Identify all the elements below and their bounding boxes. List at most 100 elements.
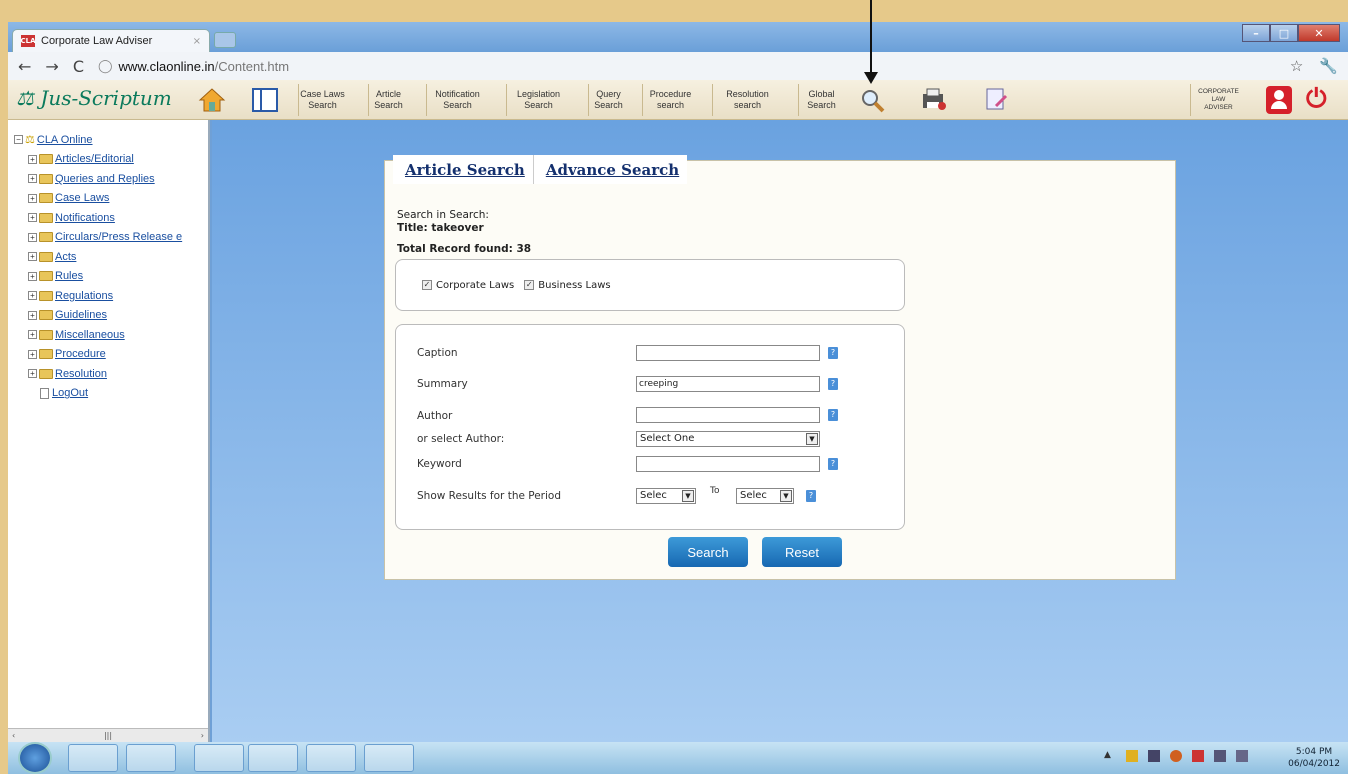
legislation-search-button[interactable]: Legislation Search xyxy=(506,84,570,116)
tab-advance-search[interactable]: Advance Search xyxy=(533,155,688,184)
sidebar-item-acts[interactable]: + Acts xyxy=(14,247,208,267)
summary-help-icon[interactable]: ? xyxy=(828,378,838,390)
sidebar-item-articles[interactable]: + Articles/Editorial xyxy=(14,150,208,170)
minimize-button[interactable]: – xyxy=(1242,24,1270,42)
sidebar-item-resolution[interactable]: + Resolution xyxy=(14,364,208,384)
url-field[interactable]: ◯ www.claonline.in/Content.htm xyxy=(98,58,289,74)
period-to-dropdown[interactable]: Selec ▼ xyxy=(736,488,794,504)
sidebar-item-circulars[interactable]: + Circulars/Press Release e xyxy=(14,228,208,248)
file-explorer-icon[interactable] xyxy=(248,744,298,772)
expand-icon[interactable]: + xyxy=(28,252,37,262)
close-window-button[interactable]: ✕ xyxy=(1298,24,1340,42)
tree-root[interactable]: − ⚖ CLA Online xyxy=(14,130,208,150)
annotation-arrow-icon xyxy=(864,72,878,84)
global-search-button[interactable]: Global Search xyxy=(798,84,844,116)
author-label: Author xyxy=(417,410,453,422)
horizontal-scrollbar[interactable]: ‹ ||| › xyxy=(8,728,208,742)
user-profile-icon[interactable] xyxy=(1266,86,1292,114)
folder-icon xyxy=(39,290,53,301)
tray-flag-icon[interactable] xyxy=(1126,750,1138,762)
maximize-button[interactable]: □ xyxy=(1270,24,1298,42)
sidebar-item-procedure[interactable]: + Procedure xyxy=(14,345,208,365)
bookmark-star-icon[interactable]: ☆ xyxy=(1290,57,1303,75)
print-icon[interactable] xyxy=(920,86,948,114)
tray-antivirus-icon[interactable] xyxy=(1192,750,1204,762)
sidebar-item-regulations[interactable]: + Regulations xyxy=(14,286,208,306)
caption-help-icon[interactable]: ? xyxy=(828,347,838,359)
period-from-dropdown[interactable]: Selec ▼ xyxy=(636,488,696,504)
sidebar-item-case-laws[interactable]: + Case Laws xyxy=(14,189,208,209)
notes-icon[interactable] xyxy=(982,86,1010,114)
query-search-button[interactable]: Query Search xyxy=(588,84,628,116)
expand-icon[interactable]: + xyxy=(28,349,37,359)
business-laws-checkbox[interactable]: ✓ xyxy=(524,280,535,290)
app-toolbar: ⚖ Jus-Scriptum Case Laws Search Article Se… xyxy=(8,80,1348,120)
network-icon[interactable] xyxy=(1214,750,1226,762)
expand-icon[interactable]: + xyxy=(28,310,37,320)
procedure-search-button[interactable]: Procedure search xyxy=(642,84,698,116)
tab-article-search[interactable]: Article Search xyxy=(393,155,534,184)
power-logout-icon[interactable]: ⏻ xyxy=(1306,84,1327,115)
expand-icon[interactable]: + xyxy=(28,213,37,223)
author-input[interactable] xyxy=(636,407,820,423)
forward-icon[interactable]: → xyxy=(45,57,58,76)
article-search-button[interactable]: Article Search xyxy=(368,84,408,116)
expand-icon[interactable]: + xyxy=(28,154,37,164)
tab-close-icon[interactable]: × xyxy=(193,36,201,47)
start-button[interactable] xyxy=(18,742,52,774)
corporate-laws-label: Corporate Laws xyxy=(436,279,515,291)
tray-app-icon[interactable] xyxy=(1170,750,1182,762)
corporate-laws-checkbox[interactable]: ✓ xyxy=(422,280,432,290)
case-laws-search-button[interactable]: Case Laws Search xyxy=(298,84,346,116)
expand-icon[interactable]: + xyxy=(28,174,37,184)
magnifier-search-icon[interactable] xyxy=(858,86,886,114)
new-tab-button[interactable] xyxy=(214,32,236,48)
sidebar-item-notifications[interactable]: + Notifications xyxy=(14,208,208,228)
browser-tab[interactable]: CLA Corporate Law Adviser × xyxy=(12,29,210,52)
expand-icon[interactable]: + xyxy=(28,232,37,242)
author-help-icon[interactable]: ? xyxy=(828,409,838,421)
sidebar-item-guidelines[interactable]: + Guidelines xyxy=(14,306,208,326)
expand-icon[interactable]: + xyxy=(28,291,37,301)
tray-device-icon[interactable] xyxy=(1236,750,1248,762)
address-bar: ← → C ◯ www.claonline.in/Content.htm ☆ 🔧 xyxy=(8,52,1348,80)
reset-button[interactable]: Reset xyxy=(762,537,842,567)
folder-icon xyxy=(39,212,53,223)
jus-scriptum-logo[interactable]: ⚖ Jus-Scriptum xyxy=(16,86,172,110)
period-help-icon[interactable]: ? xyxy=(806,490,816,502)
chevron-down-icon: ▼ xyxy=(780,490,792,502)
word-icon[interactable] xyxy=(306,744,356,772)
summary-input[interactable]: creeping xyxy=(636,376,820,392)
tray-arrow-icon[interactable]: ▲ xyxy=(1104,750,1116,762)
search-button[interactable]: Search xyxy=(668,537,748,567)
keyword-input[interactable] xyxy=(636,456,820,472)
keyword-help-icon[interactable]: ? xyxy=(828,458,838,470)
expand-icon[interactable]: + xyxy=(28,193,37,203)
expand-icon[interactable]: + xyxy=(28,271,37,281)
internet-explorer-icon[interactable] xyxy=(68,744,118,772)
sidebar-item-rules[interactable]: + Rules xyxy=(14,267,208,287)
outlook-icon[interactable] xyxy=(194,744,244,772)
folder-icon xyxy=(39,329,53,340)
sidebar-item-logout[interactable]: LogOut xyxy=(14,384,208,404)
chrome-icon[interactable] xyxy=(126,744,176,772)
home-icon[interactable] xyxy=(198,87,226,113)
reload-icon[interactable]: C xyxy=(73,57,84,76)
select-author-dropdown[interactable]: Select One ▼ xyxy=(636,431,820,447)
notification-search-button[interactable]: Notification Search xyxy=(426,84,488,116)
folder-icon xyxy=(39,154,53,165)
sidebar-item-queries[interactable]: + Queries and Replies xyxy=(14,169,208,189)
caption-input[interactable] xyxy=(636,345,820,361)
expand-icon[interactable]: + xyxy=(28,330,37,340)
back-icon[interactable]: ← xyxy=(18,57,31,76)
volume-icon[interactable] xyxy=(1148,750,1160,762)
generic-app-icon[interactable] xyxy=(364,744,414,772)
folder-icon xyxy=(39,310,53,321)
expand-icon[interactable]: + xyxy=(28,369,37,379)
system-clock[interactable]: 5:04 PM 06/04/2012 xyxy=(1288,746,1340,770)
resolution-search-button[interactable]: Resolution search xyxy=(712,84,782,116)
wrench-icon[interactable]: 🔧 xyxy=(1319,57,1338,75)
sidebar-item-miscellaneous[interactable]: + Miscellaneous xyxy=(14,325,208,345)
collapse-icon[interactable]: − xyxy=(14,135,23,145)
frame-toggle-icon[interactable] xyxy=(252,88,278,112)
